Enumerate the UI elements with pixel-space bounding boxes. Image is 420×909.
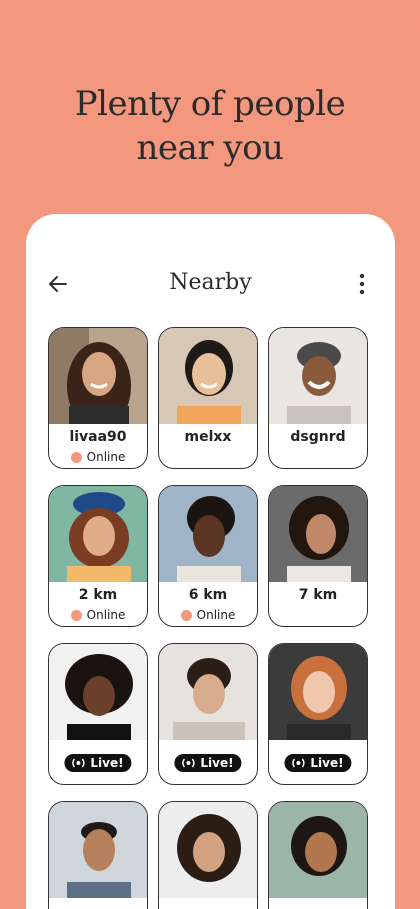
live-label: Live! xyxy=(310,756,344,770)
profile-photo xyxy=(49,486,147,582)
profile-photo xyxy=(159,328,257,424)
profile-card[interactable]: 7 km xyxy=(268,485,368,627)
screen-background: Plenty of people near you Nearby livaa90… xyxy=(0,0,420,909)
online-status: Online xyxy=(49,608,147,622)
profile-photo xyxy=(269,328,367,424)
profile-card[interactable]: 2 km Online xyxy=(48,485,148,627)
online-dot-icon xyxy=(180,609,192,621)
broadcast-icon xyxy=(292,758,305,768)
broadcast-icon xyxy=(72,758,85,768)
online-dot-icon xyxy=(70,451,82,463)
live-badge[interactable]: Live! xyxy=(64,754,132,772)
profile-card[interactable]: Live! xyxy=(268,643,368,785)
headline-line-1: Plenty of people xyxy=(74,84,346,124)
profile-photo xyxy=(49,802,147,898)
profile-card[interactable] xyxy=(268,801,368,909)
status-text: Online xyxy=(196,608,236,622)
live-label: Live! xyxy=(90,756,124,770)
headline-line-2: near you xyxy=(136,128,284,168)
profile-photo xyxy=(49,328,147,424)
profile-distance: 6 km xyxy=(188,587,228,603)
status-text: Online xyxy=(86,608,126,622)
live-label: Live! xyxy=(200,756,234,770)
profile-distance: 2 km xyxy=(78,587,118,603)
profile-name: dsgnrd xyxy=(290,429,346,445)
profile-card[interactable]: melxx xyxy=(158,327,258,469)
profile-photo xyxy=(269,802,367,898)
broadcast-icon xyxy=(182,758,195,768)
profile-name: melxx xyxy=(184,429,232,445)
profile-name: livaa90 xyxy=(69,429,127,445)
phone-frame: Nearby livaa90 Online melxx dsgnrd 2 km … xyxy=(26,214,395,909)
profile-card[interactable] xyxy=(158,801,258,909)
profile-card[interactable]: 6 km Online xyxy=(158,485,258,627)
profile-card[interactable]: dsgnrd xyxy=(268,327,368,469)
profile-photo xyxy=(49,644,147,740)
profile-photo xyxy=(269,486,367,582)
profile-card[interactable]: livaa90 Online xyxy=(48,327,148,469)
profile-photo xyxy=(159,486,257,582)
profile-distance: 7 km xyxy=(298,587,338,603)
online-dot-icon xyxy=(70,609,82,621)
page-title: Nearby xyxy=(169,270,252,295)
online-status: Online xyxy=(159,608,257,622)
headline: Plenty of people near you xyxy=(0,82,420,170)
profile-photo xyxy=(159,644,257,740)
top-bar: Nearby xyxy=(26,266,395,302)
profile-card[interactable]: Live! xyxy=(158,643,258,785)
status-text: Online xyxy=(86,450,126,464)
live-badge[interactable]: Live! xyxy=(284,754,352,772)
online-status: Online xyxy=(49,450,147,464)
profile-card[interactable]: Live! xyxy=(48,643,148,785)
profile-photo xyxy=(269,644,367,740)
more-vertical-icon[interactable] xyxy=(359,272,365,296)
profile-card[interactable] xyxy=(48,801,148,909)
live-badge[interactable]: Live! xyxy=(174,754,242,772)
profile-photo xyxy=(159,802,257,898)
